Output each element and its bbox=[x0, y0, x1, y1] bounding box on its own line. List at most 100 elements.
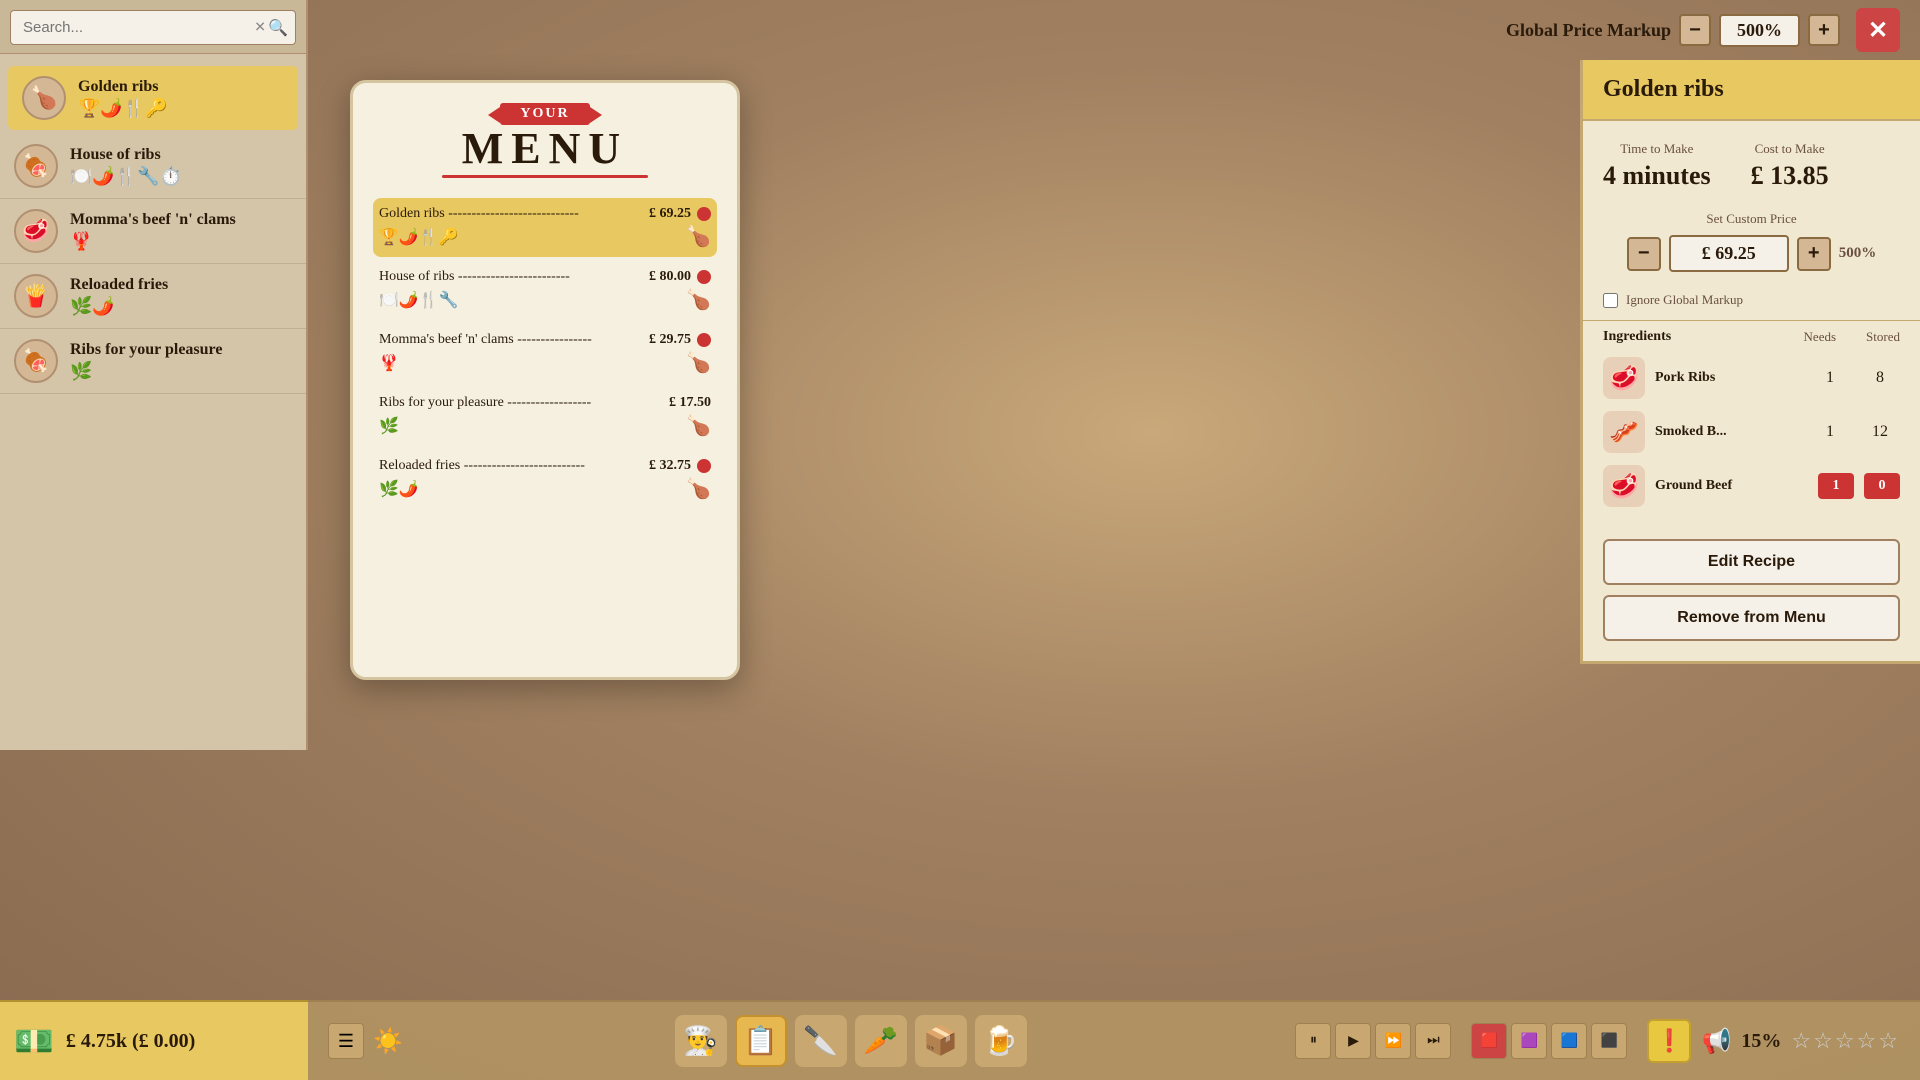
needs-col-label: Needs bbox=[1804, 329, 1837, 345]
entry-dish: 🍗 bbox=[686, 476, 711, 501]
item-info: Reloaded fries 🌿🌶️ bbox=[70, 276, 292, 317]
entry-icons: 🌿🌶️ 🍗 bbox=[379, 476, 711, 501]
item-info: Ribs for your pleasure 🌿 bbox=[70, 341, 292, 382]
pause-button[interactable]: ⏸ bbox=[1295, 1023, 1331, 1059]
ingredient-pork-ribs: 🥩 Pork Ribs 1 8 bbox=[1603, 357, 1900, 399]
sidebar: ✕ 🔍 🍗 Golden ribs 🏆🌶️🍴🔑 🍖 House of ribs … bbox=[0, 0, 308, 750]
remove-from-menu-button[interactable]: Remove from Menu bbox=[1603, 595, 1900, 641]
taskbar-drink-button[interactable]: 🍺 bbox=[975, 1015, 1027, 1067]
taskbar-menu-button[interactable]: 📋 bbox=[735, 1015, 787, 1067]
stored-col-label: Stored bbox=[1866, 329, 1900, 345]
entry-row: Reloaded fries -------------------------… bbox=[379, 458, 711, 474]
global-markup-label: Global Price Markup − 500% + bbox=[1506, 14, 1840, 47]
item-icon: 🍖 bbox=[14, 144, 58, 188]
btn-blue[interactable]: 🟦 bbox=[1551, 1023, 1587, 1059]
price-percent: 500% bbox=[1839, 245, 1877, 262]
item-info: Momma's beef 'n' clams 🦞 bbox=[70, 211, 292, 252]
taskbar-knife-button[interactable]: 🔪 bbox=[795, 1015, 847, 1067]
money-bar: 💵 £ 4.75k (£ 0.00) bbox=[0, 1000, 308, 1080]
ingredient-smoked: 🥓 Smoked B... 1 12 bbox=[1603, 411, 1900, 453]
ignore-markup-label: Ignore Global Markup bbox=[1626, 292, 1743, 308]
ing-icon-beef: 🥩 bbox=[1603, 465, 1645, 507]
item-name: House of ribs bbox=[70, 146, 292, 164]
btn-red[interactable]: 🟥 bbox=[1471, 1023, 1507, 1059]
item-icon: 🍖 bbox=[14, 339, 58, 383]
cost-stat: Cost to Make £ 13.85 bbox=[1751, 141, 1829, 191]
item-name: Golden ribs bbox=[78, 78, 284, 96]
ignore-markup-checkbox[interactable] bbox=[1603, 293, 1618, 308]
menu-underline bbox=[442, 175, 648, 178]
entry-price: £ 17.50 bbox=[669, 395, 711, 411]
ingredient-ground-beef: 🥩 Ground Beef 1 0 bbox=[1603, 465, 1900, 507]
ingredients-section: Ingredients Needs Stored 🥩 Pork Ribs 1 8… bbox=[1583, 320, 1920, 527]
item-icon: 🍟 bbox=[14, 274, 58, 318]
ignore-markup-row: Ignore Global Markup bbox=[1583, 288, 1920, 320]
cost-value: £ 13.85 bbox=[1751, 161, 1829, 191]
ing-needs-pork: 1 bbox=[1810, 369, 1850, 387]
entry-row: Momma's beef 'n' clams ---------------- … bbox=[379, 332, 711, 348]
fast-forward-button[interactable]: ⏩ bbox=[1375, 1023, 1411, 1059]
btn-dark[interactable]: ⬛ bbox=[1591, 1023, 1627, 1059]
rating-icon: ❗ bbox=[1647, 1019, 1691, 1063]
ingredients-header: Ingredients Needs Stored bbox=[1603, 329, 1900, 345]
sidebar-item-reloaded-fries[interactable]: 🍟 Reloaded fries 🌿🌶️ bbox=[0, 264, 306, 329]
sidebar-item-ribs-pleasure[interactable]: 🍖 Ribs for your pleasure 🌿 bbox=[0, 329, 306, 394]
time-label: Time to Make bbox=[1603, 141, 1711, 157]
ing-stored-pork: 8 bbox=[1860, 369, 1900, 387]
markup-plus-button[interactable]: + bbox=[1808, 14, 1840, 46]
sidebar-item-house-of-ribs[interactable]: 🍖 House of ribs 🍽️🌶️🍴🔧⏱️ bbox=[0, 134, 306, 199]
close-button[interactable]: ✕ bbox=[1856, 8, 1900, 52]
entry-name: House of ribs ------------------------ bbox=[379, 269, 570, 285]
taskbar-chef-button[interactable]: 👨‍🍳 bbox=[675, 1015, 727, 1067]
menu-entry-4[interactable]: Reloaded fries -------------------------… bbox=[373, 450, 717, 509]
entry-name: Golden ribs ---------------------------- bbox=[379, 206, 579, 222]
menu-entry-1[interactable]: House of ribs ------------------------ £… bbox=[373, 261, 717, 320]
sun-button[interactable]: ☀️ bbox=[370, 1023, 406, 1059]
entry-price: £ 69.25 bbox=[649, 206, 711, 222]
ing-stored-smoked: 12 bbox=[1860, 423, 1900, 441]
entry-name: Ribs for your pleasure -----------------… bbox=[379, 395, 591, 411]
price-minus-button[interactable]: − bbox=[1627, 237, 1661, 271]
taskbar-center: 👨‍🍳 📋 🔪 🥕 📦 🍺 bbox=[675, 1015, 1027, 1067]
time-stat: Time to Make 4 minutes bbox=[1603, 141, 1711, 191]
rating-section: ❗ 📢 15% ☆☆☆☆☆ bbox=[1647, 1019, 1900, 1063]
taskbar-ingredients-button[interactable]: 🥕 bbox=[855, 1015, 907, 1067]
item-name: Momma's beef 'n' clams bbox=[70, 211, 292, 229]
menu-entry-3[interactable]: Ribs for your pleasure -----------------… bbox=[373, 387, 717, 446]
price-dot bbox=[697, 333, 711, 347]
item-name: Reloaded fries bbox=[70, 276, 292, 294]
btn-purple[interactable]: 🟪 bbox=[1511, 1023, 1547, 1059]
entry-dish: 🍗 bbox=[686, 350, 711, 375]
markup-minus-button[interactable]: − bbox=[1679, 14, 1711, 46]
ing-needs-beef: 1 bbox=[1818, 473, 1854, 499]
menu-entry-2[interactable]: Momma's beef 'n' clams ---------------- … bbox=[373, 324, 717, 383]
faster-button[interactable]: ⏭ bbox=[1415, 1023, 1451, 1059]
entry-row: Golden ribs ----------------------------… bbox=[379, 206, 711, 222]
entry-tags: 🍽️🌶️🍴🔧 bbox=[379, 290, 459, 310]
item-tags: 🌿🌶️ bbox=[70, 296, 292, 317]
detail-panel: Golden ribs Time to Make 4 minutes Cost … bbox=[1580, 60, 1920, 664]
taskbar-right: ⏸ ▶ ⏩ ⏭ 🟥 🟪 🟦 ⬛ ❗ 📢 15% ☆☆☆☆☆ bbox=[1295, 1019, 1900, 1063]
item-tags: 🍽️🌶️🍴🔧⏱️ bbox=[70, 166, 292, 187]
menu-entries: Golden ribs ----------------------------… bbox=[373, 198, 717, 509]
rating-percent: 15% bbox=[1741, 1030, 1781, 1053]
taskbar-box-button[interactable]: 📦 bbox=[915, 1015, 967, 1067]
playback-controls: ⏸ ▶ ⏩ ⏭ bbox=[1295, 1023, 1451, 1059]
money-amount: £ 4.75k (£ 0.00) bbox=[66, 1030, 195, 1053]
hamburger-button[interactable]: ☰ bbox=[328, 1023, 364, 1059]
edit-recipe-button[interactable]: Edit Recipe bbox=[1603, 539, 1900, 585]
price-plus-button[interactable]: + bbox=[1797, 237, 1831, 271]
menu-entry-0[interactable]: Golden ribs ----------------------------… bbox=[373, 198, 717, 257]
entry-name: Momma's beef 'n' clams ---------------- bbox=[379, 332, 592, 348]
time-value: 4 minutes bbox=[1603, 161, 1711, 191]
entry-dish: 🍗 bbox=[686, 287, 711, 312]
top-bar: Global Price Markup − 500% + ✕ bbox=[0, 0, 1920, 60]
play-button[interactable]: ▶ bbox=[1335, 1023, 1371, 1059]
entry-row: House of ribs ------------------------ £… bbox=[379, 269, 711, 285]
entry-tags: 🌿🌶️ bbox=[379, 479, 419, 499]
menu-header: YOUR MENU bbox=[373, 103, 717, 178]
entry-icons: 🏆🌶️🍴🔑 🍗 bbox=[379, 224, 711, 249]
entry-row: Ribs for your pleasure -----------------… bbox=[379, 395, 711, 411]
sidebar-item-mommmas-beef[interactable]: 🥩 Momma's beef 'n' clams 🦞 bbox=[0, 199, 306, 264]
sidebar-item-golden-ribs[interactable]: 🍗 Golden ribs 🏆🌶️🍴🔑 bbox=[8, 66, 298, 130]
